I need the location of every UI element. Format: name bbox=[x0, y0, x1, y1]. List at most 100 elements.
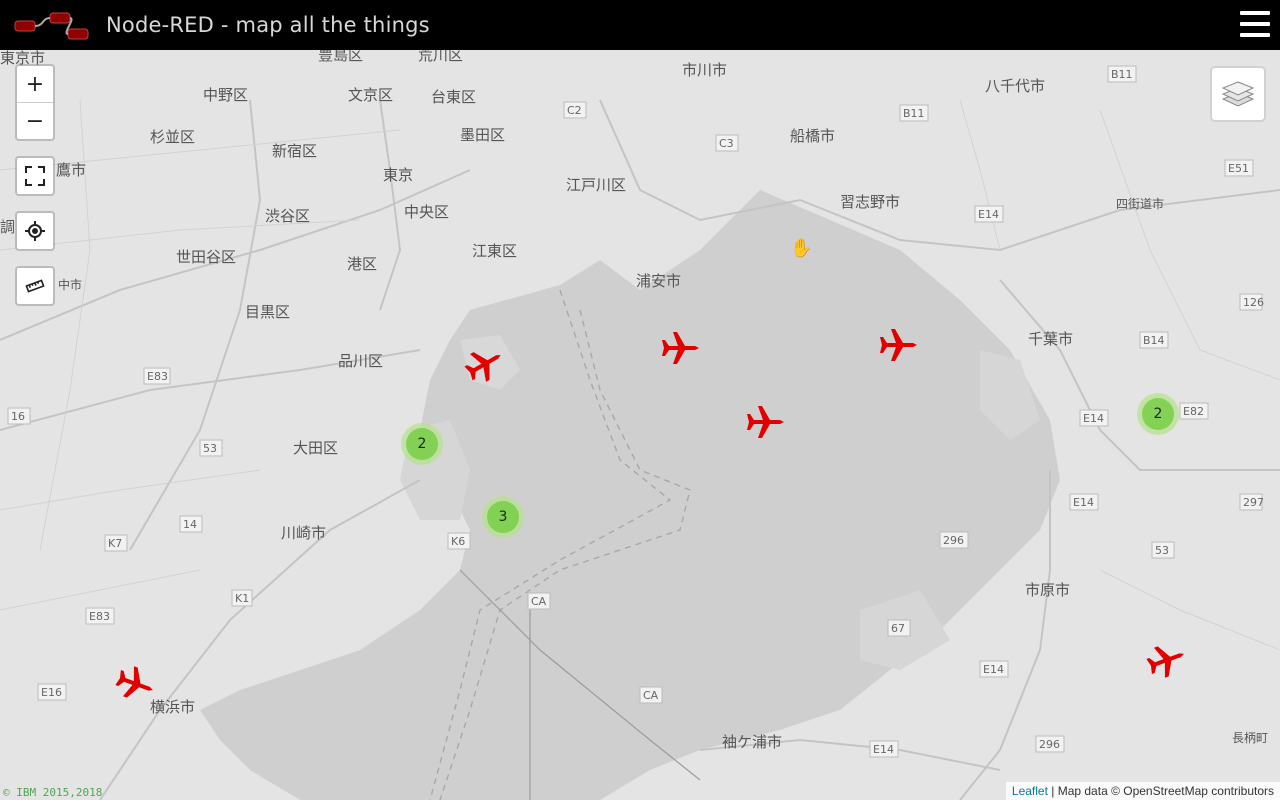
road-shield: E14 bbox=[1069, 493, 1099, 511]
svg-text:E82: E82 bbox=[1183, 405, 1204, 418]
road-shield: 14 bbox=[179, 515, 203, 533]
map-label: 市原市 bbox=[1025, 581, 1070, 599]
road-shield: B11 bbox=[1107, 65, 1137, 83]
marker-cluster[interactable]: 2 bbox=[1137, 393, 1179, 435]
node-red-logo bbox=[14, 12, 89, 40]
svg-text:E83: E83 bbox=[147, 370, 168, 383]
layers-icon[interactable] bbox=[1210, 66, 1266, 122]
locate-icon[interactable] bbox=[17, 213, 53, 249]
marker-cluster[interactable]: 3 bbox=[482, 496, 524, 538]
svg-text:16: 16 bbox=[11, 410, 25, 423]
road-shield: CA bbox=[639, 686, 663, 704]
fullscreen-icon[interactable] bbox=[17, 158, 53, 194]
road-shield: E14 bbox=[869, 740, 899, 758]
map-label: 品川区 bbox=[338, 352, 383, 370]
attribution-text: | Map data © OpenStreetMap contributors bbox=[1047, 784, 1274, 798]
plane-icon[interactable] bbox=[744, 400, 788, 444]
road-shield: 297 bbox=[1239, 493, 1264, 511]
map-label: 江東区 bbox=[472, 242, 517, 260]
locate-control bbox=[15, 211, 55, 251]
leaflet-link[interactable]: Leaflet bbox=[1012, 784, 1048, 798]
svg-text:126: 126 bbox=[1243, 296, 1264, 309]
map-label: 江戸川区 bbox=[566, 176, 626, 194]
map-label: 中市 bbox=[58, 277, 82, 292]
map-label: 調 bbox=[0, 218, 15, 236]
svg-text:E14: E14 bbox=[983, 663, 1004, 676]
svg-text:B14: B14 bbox=[1143, 334, 1165, 347]
road-shield: E14 bbox=[1079, 409, 1109, 427]
svg-text:CA: CA bbox=[531, 595, 547, 608]
copyright-text: © IBM 2015,2018 bbox=[3, 786, 103, 799]
map-label: 世田谷区 bbox=[176, 248, 236, 266]
svg-text:E14: E14 bbox=[978, 208, 999, 221]
cluster-count: 3 bbox=[487, 501, 519, 533]
map-label: 大田区 bbox=[293, 439, 338, 457]
map-label: 鷹市 bbox=[56, 161, 86, 179]
svg-text:14: 14 bbox=[183, 518, 197, 531]
road-shield: 126 bbox=[1239, 293, 1264, 311]
plane-icon[interactable] bbox=[659, 326, 703, 370]
map-label: 八千代市 bbox=[985, 77, 1045, 95]
map-label: 四街道市 bbox=[1116, 196, 1164, 211]
map-label: 市川市 bbox=[682, 61, 727, 79]
svg-text:E14: E14 bbox=[1073, 496, 1094, 509]
zoom-in-button[interactable]: + bbox=[17, 66, 53, 102]
ruler-icon[interactable] bbox=[17, 268, 53, 304]
zoom-out-button[interactable]: − bbox=[17, 102, 53, 139]
marker-cluster[interactable]: 2 bbox=[401, 423, 443, 465]
road-shield: E14 bbox=[974, 205, 1004, 223]
road-shield: 53 bbox=[199, 439, 223, 457]
svg-text:296: 296 bbox=[1039, 738, 1060, 751]
road-shield: E51 bbox=[1224, 159, 1254, 177]
road-shield: E83 bbox=[85, 607, 115, 625]
svg-text:C3: C3 bbox=[719, 137, 734, 150]
road-shield: K7 bbox=[104, 534, 128, 552]
svg-text:E51: E51 bbox=[1228, 162, 1249, 175]
map-tiles: 東京市 豊島区 荒川区 中野区 文京区 台東区 杉並区 墨田区 新宿区 東京 江… bbox=[0, 50, 1280, 800]
svg-text:E14: E14 bbox=[873, 743, 894, 756]
svg-text:53: 53 bbox=[1155, 544, 1169, 557]
map-canvas[interactable]: 東京市 豊島区 荒川区 中野区 文京区 台東区 杉並区 墨田区 新宿区 東京 江… bbox=[0, 50, 1280, 800]
svg-text:E83: E83 bbox=[89, 610, 110, 623]
road-shield: 16 bbox=[7, 407, 31, 425]
cluster-count: 2 bbox=[406, 428, 438, 460]
map-label: 中野区 bbox=[203, 86, 248, 104]
road-shield: E82 bbox=[1179, 402, 1209, 420]
road-shield: E14 bbox=[979, 660, 1009, 678]
map-label: 浦安市 bbox=[636, 272, 681, 290]
road-shield: 296 bbox=[1035, 735, 1065, 753]
map-label: 習志野市 bbox=[840, 193, 900, 211]
road-shield: C2 bbox=[563, 101, 587, 119]
map-label: 長柄町 bbox=[1232, 731, 1268, 745]
svg-text:K6: K6 bbox=[451, 535, 465, 548]
road-shield: B14 bbox=[1139, 331, 1169, 349]
svg-text:297: 297 bbox=[1243, 496, 1264, 509]
map-label: 川崎市 bbox=[281, 524, 326, 542]
road-shield: B11 bbox=[899, 104, 929, 122]
map-label: 船橋市 bbox=[790, 127, 835, 145]
svg-text:K1: K1 bbox=[235, 592, 249, 605]
road-shield: C3 bbox=[715, 134, 739, 152]
plane-icon[interactable] bbox=[877, 323, 921, 367]
app-header: Node-RED - map all the things bbox=[0, 0, 1280, 50]
hamburger-menu-icon[interactable] bbox=[1240, 11, 1270, 38]
map-label: 千葉市 bbox=[1028, 330, 1073, 348]
zoom-control: + − bbox=[15, 64, 55, 141]
map-label: 袖ケ浦市 bbox=[722, 733, 782, 751]
map-label: 墨田区 bbox=[460, 126, 505, 144]
map-label: 新宿区 bbox=[272, 142, 317, 160]
grab-cursor-icon: ✋ bbox=[790, 238, 813, 259]
map-label: 中央区 bbox=[404, 203, 449, 221]
app-title: Node-RED - map all the things bbox=[106, 13, 430, 37]
fullscreen-control bbox=[15, 156, 55, 196]
svg-text:296: 296 bbox=[943, 534, 964, 547]
svg-text:K7: K7 bbox=[108, 537, 122, 550]
map-label: 豊島区 bbox=[318, 50, 363, 64]
road-shield: 53 bbox=[1151, 541, 1175, 559]
road-shield: K1 bbox=[231, 589, 253, 607]
map-label: 渋谷区 bbox=[265, 207, 310, 225]
map-label: 台東区 bbox=[431, 88, 476, 106]
svg-text:E16: E16 bbox=[41, 686, 62, 699]
cluster-count: 2 bbox=[1142, 398, 1174, 430]
map-attribution: Leaflet | Map data © OpenStreetMap contr… bbox=[1005, 782, 1280, 800]
